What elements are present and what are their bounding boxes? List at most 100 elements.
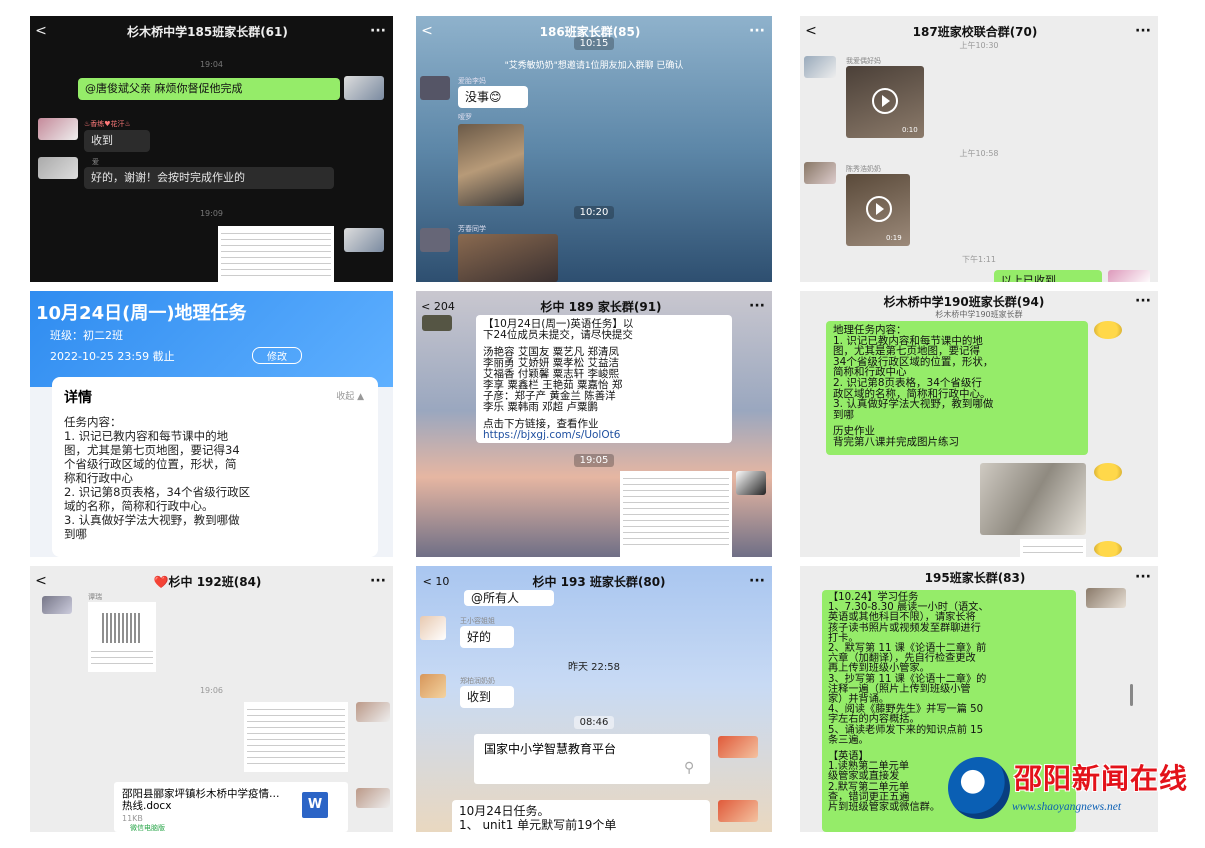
avatar[interactable] <box>38 157 78 179</box>
emoji-avatar-icon[interactable] <box>1094 321 1122 339</box>
avatar[interactable] <box>804 56 836 78</box>
message-bubble[interactable]: 收到 <box>84 130 150 152</box>
sender-name: 郑柏润奶奶 <box>460 677 495 685</box>
avatar[interactable] <box>42 596 72 614</box>
avatar[interactable] <box>420 616 446 640</box>
video-duration: 0:10 <box>902 126 918 134</box>
table-image[interactable] <box>244 702 348 772</box>
message-bubble[interactable]: 以上已收到 <box>994 270 1102 282</box>
avatar[interactable] <box>420 228 450 252</box>
table-image[interactable] <box>218 226 334 282</box>
sender-name: 王小容姐姐 <box>460 617 495 625</box>
chat-header: < ❤️杉中 192班(84) ··· <box>30 566 393 596</box>
timestamp: 昨天 22:58 <box>568 662 620 673</box>
timestamp: 08:46 <box>416 716 772 729</box>
avatar[interactable] <box>38 118 78 140</box>
video-message[interactable]: 0:19 <box>846 174 910 246</box>
task-banner: 10月24日(周一)地理任务 班级：初二2班 2022-10-25 23:59 … <box>30 291 393 387</box>
play-icon[interactable] <box>866 196 892 222</box>
table-image[interactable] <box>1020 539 1086 557</box>
detail-card: 详情 收起 ▲ 任务内容： 1. 识记已教内容和每节课中的地 图，尤其是第七页地… <box>52 377 378 557</box>
message-bubble[interactable]: 10月24日任务。 1、 unit1 单元默写前19个单 <box>452 800 710 832</box>
logo-name: 邵阳新闻在线 <box>1014 762 1189 795</box>
avatar[interactable] <box>420 674 446 698</box>
sender-name: 爱胎李妈 <box>458 77 486 85</box>
task-content: 任务内容： 1. 识记已教内容和每节课中的地 图，尤其是第七页地图，要记得34 … <box>64 415 251 541</box>
edit-button[interactable]: 修改 <box>252 347 302 364</box>
chat-title: 杉木桥中学185班家长群(61) <box>127 24 288 39</box>
collapse-button[interactable]: 收起 ▲ <box>336 389 364 402</box>
deadline: 2022-10-25 23:59 截止 <box>50 350 175 363</box>
avatar[interactable] <box>344 228 384 252</box>
message-bubble[interactable]: 【10月24日(周一)英语任务】以 下24位成员未提交，请尽快提交 汤艳容 艾国… <box>476 315 732 443</box>
link-icon: ⚲ <box>684 760 695 776</box>
play-icon[interactable] <box>872 88 898 114</box>
panel-186: < 186班家长群(85) ··· 10:15 "艾秀敏奶奶"想邀请1位朋友加入… <box>416 16 772 282</box>
message-bubble[interactable]: 好的 <box>460 626 514 648</box>
chat-title: 杉木桥中学190班家长群(94) <box>883 294 1045 309</box>
message-bubble[interactable]: 好的，谢谢！会按时完成作业的 <box>84 167 334 189</box>
detail-heading: 详情 <box>64 390 92 406</box>
avatar[interactable] <box>718 800 758 822</box>
chat-subtitle: 杉木桥中学190班家长群 <box>935 310 1023 319</box>
message-bubble[interactable]: 地理任务内容： 1. 识记已教内容和每节课中的地 图，尤其是第七页地图，要记得 … <box>826 321 1088 455</box>
panel-geo-task: 10月24日(周一)地理任务 班级：初二2班 2022-10-25 23:59 … <box>30 291 393 557</box>
back-button[interactable]: < <box>416 23 438 39</box>
message-bubble[interactable]: @所有人 <box>464 590 554 606</box>
avatar[interactable] <box>420 76 450 100</box>
avatar[interactable] <box>804 162 836 184</box>
avatar[interactable] <box>356 702 390 722</box>
message-bubble[interactable]: @唐俊斌父亲 麻烦你督促他完成 <box>78 78 340 100</box>
more-button[interactable]: ··· <box>742 23 772 39</box>
back-button[interactable]: < <box>800 23 822 39</box>
chat-title: ❤️杉中 192班(84) <box>153 574 262 589</box>
file-message[interactable]: 邵阳县郦家坪镇杉木桥中学疫情…热线.docx 11KB W 微信电脑版 <box>114 782 348 832</box>
table-image[interactable] <box>620 471 732 557</box>
panel-189: < 204 杉中 189 家长群(91) ··· 【10月24日(周一)英语任务… <box>416 291 772 557</box>
timestamp: 10:20 <box>416 206 772 219</box>
more-button[interactable]: ··· <box>363 23 393 39</box>
more-button[interactable]: ··· <box>1128 293 1158 309</box>
message-bubble[interactable]: 收到 <box>460 686 514 708</box>
more-button[interactable]: ··· <box>363 573 393 589</box>
back-button[interactable]: < <box>30 573 52 589</box>
chat-title: 杉中 193 班家长群(80) <box>532 574 666 589</box>
system-message: "艾秀敏奶奶"想邀请1位朋友加入群聊 已确认 <box>504 61 684 71</box>
avatar[interactable] <box>1086 588 1126 608</box>
message-bubble[interactable]: 没事😊 <box>458 86 528 108</box>
emoji-avatar-icon[interactable] <box>1094 541 1122 557</box>
more-button[interactable]: ··· <box>742 298 772 314</box>
back-button[interactable]: < 204 <box>416 300 460 313</box>
avatar[interactable] <box>1108 270 1150 282</box>
avatar[interactable] <box>718 736 758 758</box>
video-message[interactable]: 0:10 <box>846 66 924 138</box>
task-title: 10月24日(周一)地理任务 <box>36 303 247 324</box>
more-button[interactable]: ··· <box>1128 569 1158 585</box>
chat-header: 杉木桥中学190班家长群(94) ··· <box>800 291 1158 311</box>
avatar[interactable] <box>356 788 390 808</box>
back-button[interactable]: < <box>30 23 52 39</box>
panel-193: < 10 杉中 193 班家长群(80) ··· @所有人 王小容姐姐 好的 昨… <box>416 566 772 832</box>
avatar[interactable] <box>422 315 452 331</box>
more-button[interactable]: ··· <box>1128 23 1158 39</box>
image-message[interactable] <box>980 463 1086 535</box>
more-button[interactable]: ··· <box>742 573 772 589</box>
chat-title: 187班家校联合群(70) <box>912 24 1038 39</box>
timestamp: 下午1:11 <box>962 255 996 264</box>
avatar[interactable] <box>344 76 384 100</box>
card-title: 国家中小学智慧教育平台 <box>484 742 617 756</box>
panel-192: < ❤️杉中 192班(84) ··· 谭瑞 19:06 邵阳县郦家坪镇杉木桥中… <box>30 566 393 832</box>
sender-name: 嗳罗 <box>458 113 472 121</box>
emoji-avatar-icon[interactable] <box>1094 463 1122 481</box>
scrollbar[interactable] <box>1130 684 1133 706</box>
image-message[interactable] <box>458 234 558 282</box>
image-message[interactable] <box>458 124 524 206</box>
avatar[interactable] <box>736 471 766 495</box>
chat-header: < 杉木桥中学185班家长群(61) ··· <box>30 16 393 46</box>
link-card[interactable]: 国家中小学智慧教育平台 ⚲ <box>474 734 710 784</box>
word-file-icon: W <box>302 792 328 818</box>
back-button[interactable]: < 10 <box>416 575 456 588</box>
timestamp: 19:05 <box>416 454 772 467</box>
image-message[interactable] <box>88 602 156 672</box>
timestamp: 19:06 <box>199 686 224 695</box>
